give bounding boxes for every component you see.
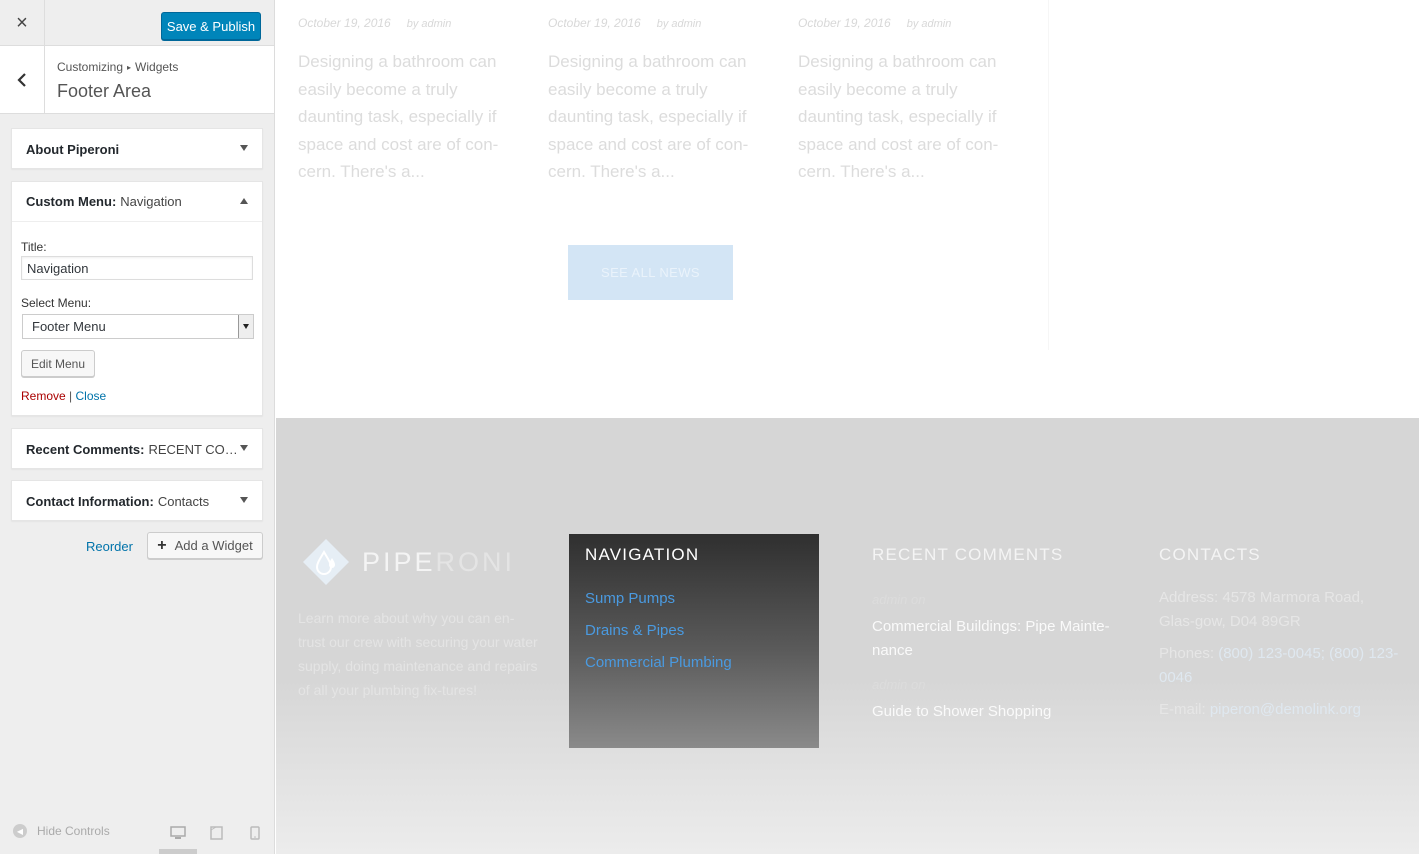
news-post: October 19, 2016 by admin Designing a bat… — [298, 16, 508, 186]
post-excerpt: Designing a bathroom can easily become a… — [548, 52, 749, 181]
widget-title: Contact Information: — [26, 493, 154, 509]
remove-link[interactable]: Remove — [21, 389, 66, 403]
contact-phones: Phones: (800) 123-0045; (800) 123-0046 — [1159, 642, 1404, 690]
desktop-preview-icon[interactable] — [170, 826, 186, 840]
widget-subtitle: RECENT COM... — [148, 441, 244, 457]
hide-controls-button[interactable]: ◀ Hide Controls — [13, 824, 110, 838]
expand-arrow-icon[interactable] — [240, 445, 248, 451]
edit-menu-button[interactable]: Edit Menu — [21, 350, 95, 377]
logo-part-1: PIPE — [362, 546, 436, 577]
customizer-sidebar: × Save & Publish Customizing ▸ Widgets Foo… — [0, 0, 275, 854]
widget-subtitle: Contacts — [157, 493, 210, 509]
logo-part-2: RONI — [435, 546, 516, 577]
logo-wordmark: PIPERONI — [362, 547, 515, 578]
comment-link[interactable]: Commercial Buildings: Pipe Mainte-nance — [872, 615, 1112, 663]
title-input[interactable] — [21, 256, 253, 280]
contact-email: E-mail: piperon@demolink.org — [1159, 698, 1404, 722]
widget-recent-comments: Recent Comments: RECENT COM... — [11, 428, 263, 469]
post-excerpt: Designing a bathroom can easily become a… — [798, 52, 999, 181]
site-logo[interactable]: PIPERONI — [302, 538, 515, 586]
footer-controls: ◀ Hide Controls — [0, 808, 274, 854]
comment-meta: admin on — [872, 592, 926, 607]
select-menu-dropdown[interactable]: Footer Menu — [22, 314, 254, 339]
post-date[interactable]: October 19, 2016 — [548, 16, 641, 30]
widget-contact-information: Contact Information: Contacts — [11, 480, 263, 521]
widget-title: Recent Comments: — [26, 441, 145, 457]
close-link[interactable]: Close — [76, 389, 107, 403]
widget-title: About Piperoni — [26, 141, 120, 157]
news-post: October 19, 2016 by admin Designing a bat… — [548, 16, 758, 186]
widget-header-about[interactable]: About Piperoni — [12, 129, 262, 169]
collapse-arrow-icon[interactable] — [240, 198, 248, 204]
comment-meta: admin on — [872, 677, 926, 692]
breadcrumb: Customizing ▸ Widgets — [57, 60, 178, 74]
post-excerpt: Designing a bathroom can easily become a… — [298, 52, 499, 181]
expand-arrow-icon[interactable] — [240, 497, 248, 503]
add-widget-button[interactable]: + Add a Widget — [147, 532, 263, 559]
active-device-indicator — [159, 849, 197, 854]
post-author[interactable]: by admin — [907, 18, 952, 30]
hide-controls-label: Hide Controls — [37, 824, 110, 838]
site-footer: PIPERONI Learn more about why you can en… — [276, 418, 1419, 854]
water-drop-logo-icon — [303, 539, 349, 585]
close-icon: × — [16, 11, 28, 34]
widget-subtitle: Navigation — [120, 194, 182, 209]
widget-header-recent-comments[interactable]: Recent Comments: RECENT COM... — [12, 429, 262, 469]
footer-about-text: Learn more about why you can en-trust ou… — [298, 610, 538, 698]
widget-header-contact[interactable]: Contact Information: Contacts — [12, 481, 262, 521]
link-separator: | — [69, 389, 73, 403]
nav-link-commercial-plumbing[interactable]: Commercial Plumbing — [585, 654, 732, 671]
post-date[interactable]: October 19, 2016 — [798, 16, 891, 30]
column-divider — [1048, 0, 1049, 350]
reorder-link[interactable]: Reorder — [86, 539, 133, 554]
breadcrumb-separator: ▸ — [127, 63, 132, 72]
select-menu-value: Footer Menu — [32, 319, 106, 334]
post-date[interactable]: October 19, 2016 — [298, 16, 391, 30]
contacts-title: CONTACTS — [1159, 545, 1261, 564]
mobile-preview-icon[interactable] — [250, 826, 260, 840]
breadcrumb-root: Customizing — [57, 60, 124, 74]
navigation-title: NAVIGATION — [585, 545, 700, 564]
comment-link[interactable]: Guide to Shower Shopping — [872, 700, 1112, 724]
save-publish-button[interactable]: Save & Publish — [161, 12, 261, 40]
back-button[interactable] — [0, 46, 45, 113]
post-meta: October 19, 2016 by admin — [298, 16, 508, 30]
site-preview: October 19, 2016 by admin Designing a bat… — [276, 0, 1419, 854]
post-meta: October 19, 2016 by admin — [798, 16, 1008, 30]
dropdown-arrow-icon[interactable] — [238, 315, 253, 338]
see-all-news-button[interactable]: SEE ALL NEWS — [568, 245, 733, 300]
plus-icon: + — [157, 536, 167, 554]
post-meta: October 19, 2016 by admin — [548, 16, 758, 30]
contact-address: Address: 4578 Marmora Road, Glas-gow, D0… — [1159, 589, 1365, 630]
collapse-icon: ◀ — [13, 824, 27, 838]
chevron-left-icon — [17, 72, 26, 87]
expand-arrow-icon[interactable] — [240, 145, 248, 151]
footer-navigation-widget: NAVIGATION Sump Pumps Drains & Pipes Com… — [569, 534, 819, 748]
section-header: Customizing ▸ Widgets Footer Area — [0, 46, 274, 114]
widget-custom-menu: Custom Menu: Navigation Title: Select Me… — [11, 181, 263, 416]
breadcrumb-current: Widgets — [135, 60, 179, 74]
tablet-preview-icon[interactable] — [210, 826, 223, 840]
widget-title: Custom Menu: — [26, 194, 117, 209]
email-label: E-mail: — [1159, 701, 1206, 718]
select-menu-label: Select Menu: — [21, 296, 92, 310]
widget-actions: Remove | Close — [21, 389, 106, 403]
close-customizer-button[interactable]: × — [0, 0, 45, 46]
title-label: Title: — [21, 240, 47, 254]
news-post: October 19, 2016 by admin Designing a bat… — [798, 16, 1008, 186]
widget-header-custom-menu[interactable]: Custom Menu: Navigation — [12, 182, 262, 222]
nav-link-drains-pipes[interactable]: Drains & Pipes — [585, 622, 684, 639]
widget-about-piperoni: About Piperoni — [11, 128, 263, 169]
section-title: Footer Area — [57, 81, 152, 101]
add-widget-label: Add a Widget — [174, 538, 253, 553]
nav-link-sump-pumps[interactable]: Sump Pumps — [585, 590, 675, 607]
recent-comments-title: RECENT COMMENTS — [872, 545, 1064, 564]
email-link[interactable]: piperon@demolink.org — [1210, 701, 1361, 718]
phones-label: Phones: — [1159, 645, 1215, 662]
post-author[interactable]: by admin — [657, 18, 702, 30]
post-author[interactable]: by admin — [407, 18, 452, 30]
customizer-topbar: × Save & Publish — [0, 0, 274, 46]
